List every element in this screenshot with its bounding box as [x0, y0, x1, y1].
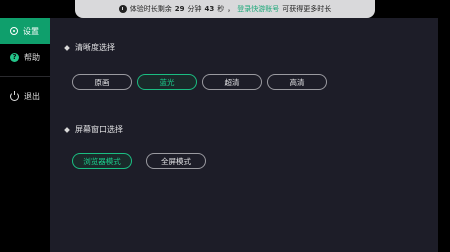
settings-panel: 清晰度选择 原画 蓝光 超清 高清 屏幕窗口选择 浏览器模式 全屏模式	[50, 18, 438, 252]
clarity-option-super[interactable]: 超清	[202, 74, 262, 90]
trial-time-banner: 体验时长剩余 29 分钟 43 秒，登录快游账号 可获得更多时长	[75, 0, 375, 18]
sidebar-item-settings[interactable]: 设置	[0, 18, 50, 44]
banner-seconds: 43	[204, 5, 215, 13]
login-link[interactable]: 登录快游账号	[237, 4, 279, 14]
help-icon: ?	[10, 52, 19, 62]
banner-minutes: 29	[174, 5, 185, 13]
sidebar-item-help[interactable]: ? 帮助	[0, 44, 50, 70]
clarity-section-title: 清晰度选择	[64, 42, 115, 53]
top-banner-bar: 体验时长剩余 29 分钟 43 秒，登录快游账号 可获得更多时长	[0, 0, 450, 18]
window-option-fullscreen[interactable]: 全屏模式	[146, 153, 206, 169]
clarity-title: 清晰度选择	[75, 43, 115, 52]
option-label: 全屏模式	[161, 156, 191, 166]
option-label: 超清	[224, 77, 240, 87]
sidebar-item-exit[interactable]: 退出	[0, 83, 50, 109]
banner-min-unit: 分钟	[187, 5, 202, 13]
gear-icon	[10, 27, 18, 35]
clarity-option-original[interactable]: 原画	[72, 74, 132, 90]
sidebar-divider	[0, 76, 50, 77]
window-section-title: 屏幕窗口选择	[64, 124, 123, 135]
right-edge	[438, 18, 450, 252]
sidebar-item-label: 帮助	[24, 52, 40, 62]
window-option-browser[interactable]: 浏览器模式	[72, 153, 132, 169]
banner-prefix: 体验时长剩余	[129, 5, 172, 13]
banner-sec-unit: 秒	[217, 5, 225, 13]
window-title: 屏幕窗口选择	[75, 125, 123, 134]
sidebar-item-label: 设置	[23, 26, 39, 36]
option-label: 原画	[94, 77, 110, 87]
option-label: 高清	[289, 77, 305, 87]
option-label: 浏览器模式	[83, 156, 121, 166]
sidebar: 设置 ? 帮助 退出	[0, 18, 50, 252]
clarity-option-bluray[interactable]: 蓝光	[137, 74, 197, 90]
power-icon	[10, 90, 19, 101]
banner-suffix: 可获得更多时长	[282, 5, 332, 13]
banner-separator: ，	[227, 5, 235, 13]
diamond-bullet-icon	[64, 44, 70, 51]
option-label: 蓝光	[159, 77, 175, 87]
clarity-option-hd[interactable]: 高清	[267, 74, 327, 90]
sidebar-item-label: 退出	[24, 91, 40, 101]
diamond-bullet-icon	[64, 126, 70, 133]
clock-icon	[118, 5, 127, 13]
